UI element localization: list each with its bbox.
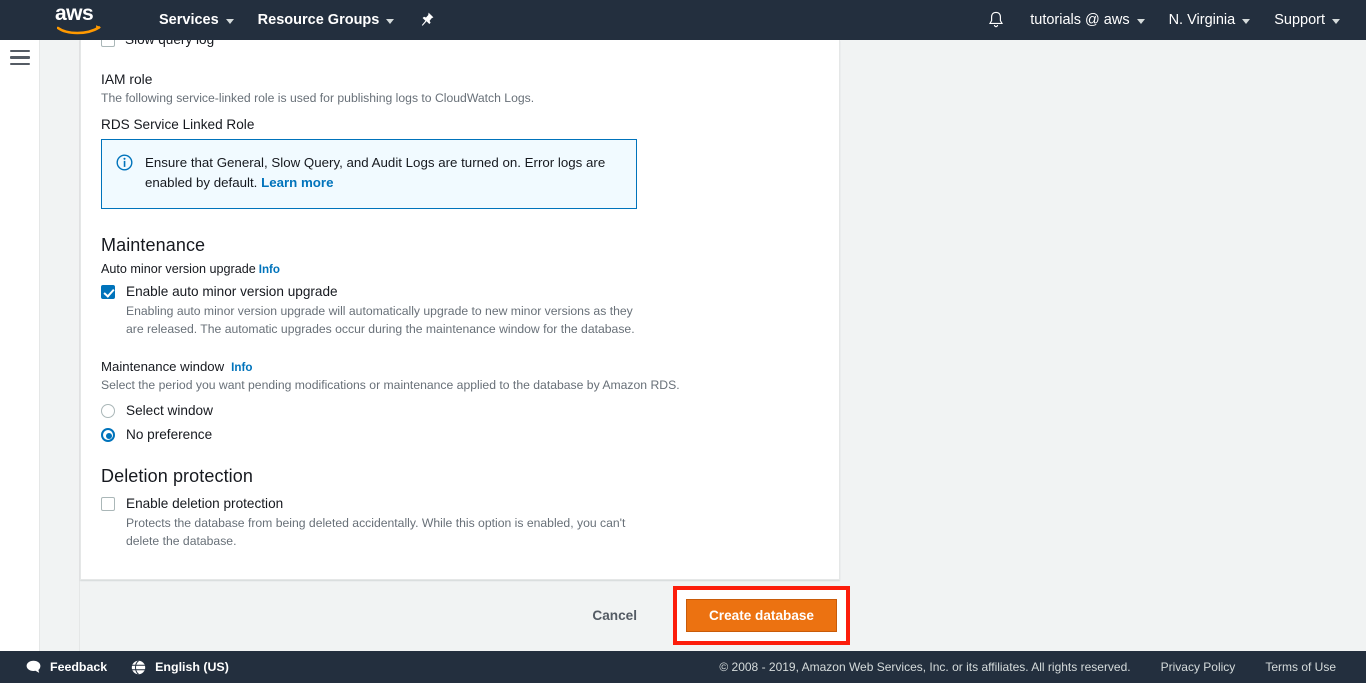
logs-info-alert-message: Ensure that General, Slow Query, and Aud… xyxy=(145,155,605,190)
deletion-protection-description: Protects the database from being deleted… xyxy=(126,515,646,550)
globe-icon xyxy=(131,660,146,675)
content-panel: Slow query log IAM role The following se… xyxy=(80,40,840,580)
bell-icon xyxy=(988,11,1004,29)
rail-gap xyxy=(40,40,80,651)
feedback-button[interactable]: Feedback xyxy=(26,660,107,674)
learn-more-link[interactable]: Learn more xyxy=(261,175,333,190)
deletion-protection-row[interactable]: Enable deletion protection Protects the … xyxy=(101,495,839,550)
auto-minor-version-upgrade-description: Enabling auto minor version upgrade will… xyxy=(126,303,638,338)
maintenance-window-description: Select the period you want pending modif… xyxy=(101,377,839,395)
aws-logo-smile-icon xyxy=(57,24,103,35)
auto-minor-version-upgrade-row[interactable]: Enable auto minor version upgrade Enabli… xyxy=(101,283,839,338)
logs-info-alert-text: Ensure that General, Slow Query, and Aud… xyxy=(145,153,622,194)
aws-logo[interactable]: aws xyxy=(55,3,107,37)
deletion-protection-section: Deletion protection Enable deletion prot… xyxy=(101,466,839,550)
aws-logo-text: aws xyxy=(55,3,107,25)
auto-minor-version-upgrade-checkbox[interactable] xyxy=(101,285,115,299)
services-menu[interactable]: Services xyxy=(147,0,246,40)
speech-bubble-icon xyxy=(26,660,41,674)
footer-bar: Feedback English (US) © 2008 - 2019, Ama… xyxy=(0,651,1366,683)
region-menu-label: N. Virginia xyxy=(1169,12,1236,28)
deletion-protection-checkbox-label: Enable deletion protection xyxy=(126,495,646,512)
language-selector[interactable]: English (US) xyxy=(131,660,229,675)
notifications-button[interactable] xyxy=(974,11,1018,29)
maintenance-section: Maintenance Auto minor version upgradeIn… xyxy=(101,235,839,442)
region-menu[interactable]: N. Virginia xyxy=(1157,0,1263,40)
iam-role-name: RDS Service Linked Role xyxy=(101,117,839,132)
privacy-policy-link[interactable]: Privacy Policy xyxy=(1161,660,1236,674)
auto-minor-version-upgrade-label: Auto minor version upgrade xyxy=(101,262,256,276)
support-menu[interactable]: Support xyxy=(1262,0,1352,40)
auto-minor-version-upgrade-label-row: Auto minor version upgradeInfo xyxy=(101,262,839,276)
radio-no-preference-label: No preference xyxy=(126,427,212,442)
resource-groups-menu[interactable]: Resource Groups xyxy=(246,0,407,40)
pin-icon xyxy=(420,12,434,28)
slow-query-log-label: Slow query log xyxy=(125,40,214,48)
radio-select-window-label: Select window xyxy=(126,403,213,418)
hamburger-line xyxy=(10,63,30,65)
feedback-label: Feedback xyxy=(50,660,107,674)
maintenance-window-option-select-window[interactable]: Select window xyxy=(101,403,839,418)
chevron-down-icon xyxy=(386,19,394,24)
maintenance-window-label-row: Maintenance window Info xyxy=(101,359,839,374)
deletion-protection-title: Deletion protection xyxy=(101,466,839,487)
chevron-down-icon xyxy=(1242,19,1250,24)
chevron-down-icon xyxy=(1332,19,1340,24)
logs-info-alert: Ensure that General, Slow Query, and Aud… xyxy=(101,139,637,210)
create-database-highlight: Create database xyxy=(673,586,850,645)
services-menu-label: Services xyxy=(159,12,219,28)
hamburger-line xyxy=(10,56,30,58)
radio-no-preference[interactable] xyxy=(101,428,115,442)
account-menu-label: tutorials @ aws xyxy=(1030,12,1129,28)
radio-select-window[interactable] xyxy=(101,404,115,418)
info-circle-icon xyxy=(116,154,133,171)
form-actions: Cancel Create database xyxy=(80,580,850,650)
maintenance-window-info-link[interactable]: Info xyxy=(231,361,252,374)
hamburger-line xyxy=(10,50,30,52)
account-menu[interactable]: tutorials @ aws xyxy=(1018,0,1156,40)
chevron-down-icon xyxy=(226,19,234,24)
terms-of-use-link[interactable]: Terms of Use xyxy=(1265,660,1336,674)
create-database-button[interactable]: Create database xyxy=(686,599,837,632)
iam-role-title: IAM role xyxy=(101,72,839,87)
iam-role-description: The following service-linked role is use… xyxy=(101,90,839,108)
iam-role-section: IAM role The following service-linked ro… xyxy=(101,40,839,209)
left-rail xyxy=(0,40,40,651)
cancel-button[interactable]: Cancel xyxy=(578,600,651,631)
language-label: English (US) xyxy=(155,660,229,674)
copyright-text: © 2008 - 2019, Amazon Web Services, Inc.… xyxy=(719,660,1130,674)
top-navigation-bar: aws Services Resource Groups tut xyxy=(0,0,1366,40)
slow-query-log-row[interactable]: Slow query log xyxy=(101,40,214,48)
menu-toggle-icon[interactable] xyxy=(10,50,30,65)
maintenance-window-option-no-preference[interactable]: No preference xyxy=(101,427,839,442)
auto-minor-version-upgrade-checkbox-label: Enable auto minor version upgrade xyxy=(126,283,638,300)
auto-minor-version-upgrade-info-link[interactable]: Info xyxy=(259,263,280,276)
slow-query-log-checkbox[interactable] xyxy=(101,40,115,47)
footer-left-group: Feedback English (US) xyxy=(26,660,229,675)
pin-button[interactable] xyxy=(406,12,448,28)
resource-groups-menu-label: Resource Groups xyxy=(258,12,380,28)
support-menu-label: Support xyxy=(1274,12,1325,28)
maintenance-window-label: Maintenance window xyxy=(101,359,224,374)
deletion-protection-checkbox[interactable] xyxy=(101,497,115,511)
maintenance-title: Maintenance xyxy=(101,235,839,256)
chevron-down-icon xyxy=(1137,19,1145,24)
footer-right-group: © 2008 - 2019, Amazon Web Services, Inc.… xyxy=(719,660,1336,674)
